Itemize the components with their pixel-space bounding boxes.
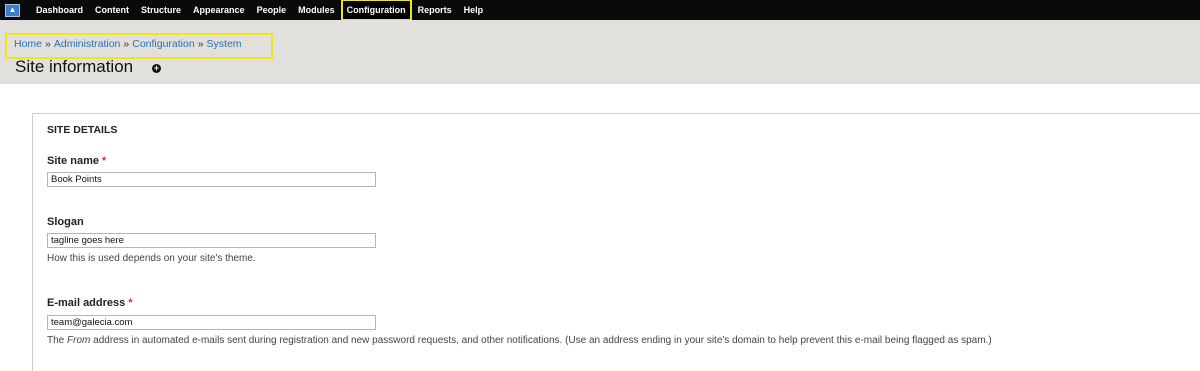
- breadcrumb-home[interactable]: Home: [14, 38, 42, 50]
- site-name-input[interactable]: [47, 172, 376, 187]
- email-description: The From address in automated e-mails se…: [47, 335, 992, 346]
- menu-item-structure[interactable]: Structure: [135, 0, 187, 20]
- site-name-label: Site name *: [47, 155, 106, 167]
- page-title: Site information: [15, 57, 134, 76]
- email-label-text: E-mail address: [47, 297, 126, 309]
- breadcrumb-configuration[interactable]: Configuration: [132, 38, 194, 50]
- email-label: E-mail address *: [47, 297, 133, 309]
- required-marker: *: [102, 155, 107, 167]
- email-description-prefix: The: [47, 335, 68, 346]
- menu-item-modules[interactable]: Modules: [292, 0, 341, 20]
- breadcrumb-separator: »: [197, 38, 204, 50]
- breadcrumb-system[interactable]: System: [207, 38, 242, 50]
- breadcrumb: Home» Administration» Configuration» System: [14, 38, 242, 50]
- slogan-input[interactable]: [47, 233, 376, 248]
- required-marker: *: [128, 297, 133, 309]
- email-description-suffix: address in automated e-mails sent during…: [90, 335, 992, 346]
- email-description-em: From: [67, 335, 91, 346]
- menu-item-dashboard[interactable]: Dashboard: [30, 0, 89, 20]
- admin-toolbar: ▲ Dashboard Content Structure Appearance…: [0, 0, 1200, 21]
- breadcrumb-separator: »: [123, 38, 130, 50]
- add-shortcut-icon[interactable]: +: [152, 64, 161, 73]
- page-header: Home» Administration» Configuration» System…: [0, 20, 1200, 84]
- menu-item-appearance[interactable]: Appearance: [187, 0, 251, 20]
- drupal-logo-icon[interactable]: ▲: [5, 3, 20, 17]
- breadcrumb-administration[interactable]: Administration: [54, 38, 121, 50]
- menu-item-help[interactable]: Help: [458, 0, 490, 20]
- email-input[interactable]: [47, 315, 376, 330]
- slogan-label: Slogan: [47, 216, 84, 228]
- logo-glyph: ▲: [8, 5, 17, 14]
- menu-item-people[interactable]: People: [251, 0, 293, 20]
- slogan-description: How this is used depends on your site's …: [47, 253, 256, 264]
- site-details-fieldset: SITE DETAILS Site name * Slogan How this…: [32, 113, 1200, 371]
- menu-item-content[interactable]: Content: [89, 0, 135, 20]
- site-name-label-text: Site name: [47, 155, 99, 167]
- fieldset-legend: SITE DETAILS: [47, 124, 118, 136]
- menu-item-configuration[interactable]: Configuration: [340, 0, 412, 21]
- breadcrumb-separator: »: [45, 38, 51, 50]
- menu-item-reports[interactable]: Reports: [412, 0, 458, 20]
